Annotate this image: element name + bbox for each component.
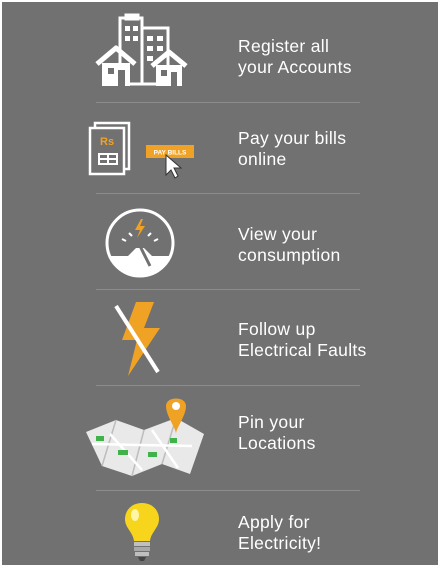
feature-label-line2: Electricity! xyxy=(238,533,322,553)
feature-label: Pay your bills online xyxy=(238,128,428,170)
feature-label: Apply for Electricity! xyxy=(238,512,428,554)
feature-pay-bills[interactable]: Rs PAY BILLS Pay your bills online xyxy=(2,103,438,193)
feature-label-line2: your Accounts xyxy=(238,57,352,77)
feature-label-line1: Pin your xyxy=(238,412,305,432)
feature-electrical-faults[interactable]: Follow up Electrical Faults xyxy=(2,290,438,385)
receipt-rs-mark: Rs xyxy=(100,136,114,148)
fault-bolt-icon xyxy=(110,300,250,380)
feature-label: View your consumption xyxy=(238,224,428,266)
features-panel: Register all your Accounts Rs PAY BILLS … xyxy=(2,2,438,565)
feature-register-accounts[interactable]: Register all your Accounts xyxy=(2,2,438,102)
feature-label-line2: Locations xyxy=(238,433,316,453)
pay-bills-badge: PAY BILLS xyxy=(154,150,187,157)
feature-label-line2: consumption xyxy=(238,245,341,265)
buildings-icon xyxy=(72,12,212,92)
feature-label-line1: Pay your bills xyxy=(238,128,347,148)
feature-label: Register all your Accounts xyxy=(238,36,428,78)
feature-label-line1: View your xyxy=(238,224,318,244)
feature-label-line2: online xyxy=(238,149,287,169)
feature-view-consumption[interactable]: View your consumption xyxy=(2,194,438,289)
feature-label-line2: Electrical Faults xyxy=(238,340,367,360)
map-pin-icon xyxy=(82,394,222,480)
feature-label: Follow up Electrical Faults xyxy=(238,319,428,361)
feature-label-line1: Register all xyxy=(238,36,330,56)
meter-icon xyxy=(102,206,242,280)
feature-label-line1: Follow up xyxy=(238,319,316,339)
feature-label: Pin your Locations xyxy=(238,412,428,454)
bills-icon: Rs PAY BILLS xyxy=(86,115,226,181)
feature-pin-locations[interactable]: Pin your Locations xyxy=(2,386,438,490)
feature-apply-electricity[interactable]: Apply for Electricity! xyxy=(2,491,438,565)
feature-label-line1: Apply for xyxy=(238,512,310,532)
